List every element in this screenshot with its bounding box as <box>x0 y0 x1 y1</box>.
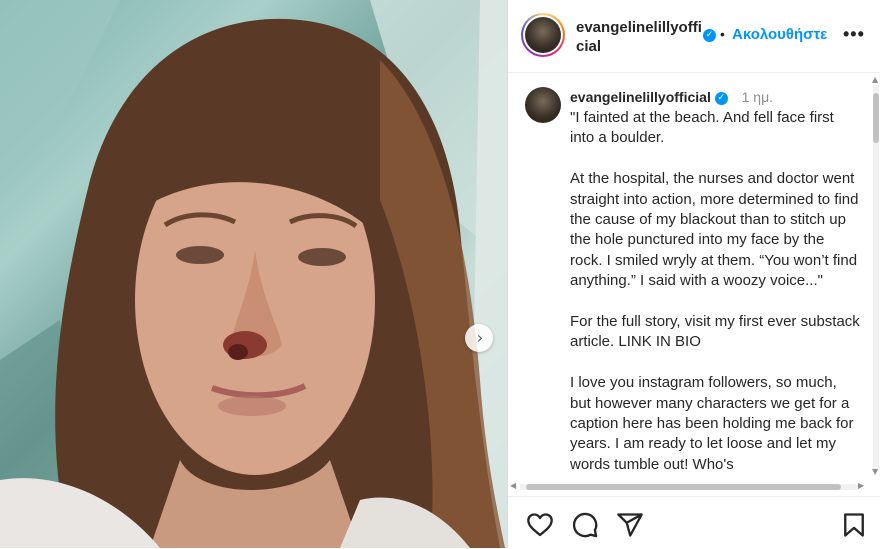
caption-paragraph: "I fainted at the beach. And fell face f… <box>570 109 834 147</box>
caption-paragraph: I love you instagram followers, so much,… <box>570 374 854 473</box>
author-avatar-story-ring[interactable] <box>521 13 565 57</box>
more-options-icon[interactable]: ••• <box>843 24 865 45</box>
comment-icon[interactable] <box>571 511 599 539</box>
author-username[interactable]: evangelinelillyofficial <box>576 18 704 56</box>
caption-header: evangelinelillyofficial ✓ 1 ημ. <box>570 88 773 106</box>
verified-badge-icon: ✓ <box>714 91 728 105</box>
caption-paragraph: For the full story, visit my first ever … <box>570 313 860 351</box>
post-header: evangelinelillyofficial ✓ • Ακολουθήστε … <box>508 0 880 73</box>
scroll-left-icon[interactable]: ◀ <box>510 481 516 490</box>
caption-username[interactable]: evangelinelillyofficial <box>570 89 711 105</box>
avatar <box>525 17 561 53</box>
chevron-right-icon: › <box>476 328 484 347</box>
caption-time[interactable]: 1 ημ. <box>742 89 773 105</box>
post-photo[interactable]: › <box>0 0 507 548</box>
caption-text: "I fainted at the beach. And fell face f… <box>570 108 860 483</box>
bookmark-icon[interactable] <box>840 511 868 539</box>
vertical-scrollbar[interactable]: ▲ ▼ <box>870 73 880 483</box>
post-sidebar: evangelinelillyofficial ✓ • Ακολουθήστε … <box>507 0 880 548</box>
scroll-up-icon[interactable]: ▲ <box>872 75 878 84</box>
scroll-thumb[interactable] <box>873 93 879 143</box>
caption-avatar[interactable] <box>525 87 561 123</box>
selfie-image <box>0 0 507 548</box>
separator-dot: • <box>720 26 725 42</box>
verified-badge-icon: ✓ <box>703 29 716 42</box>
next-slide-button[interactable]: › <box>465 324 493 352</box>
horizontal-scrollbar[interactable]: ◀ ▶ <box>508 481 870 493</box>
scroll-down-icon[interactable]: ▼ <box>872 467 878 476</box>
caption-paragraph: At the hospital, the nurses and doctor w… <box>570 170 859 290</box>
scroll-right-icon[interactable]: ▶ <box>858 481 864 490</box>
share-icon[interactable] <box>616 511 644 539</box>
follow-button[interactable]: Ακολουθήστε <box>732 26 827 43</box>
scroll-thumb[interactable] <box>526 484 841 490</box>
action-bar <box>508 496 880 549</box>
heart-icon[interactable] <box>526 511 554 539</box>
comments-area[interactable]: evangelinelillyofficial ✓ 1 ημ. "I faint… <box>508 73 880 483</box>
